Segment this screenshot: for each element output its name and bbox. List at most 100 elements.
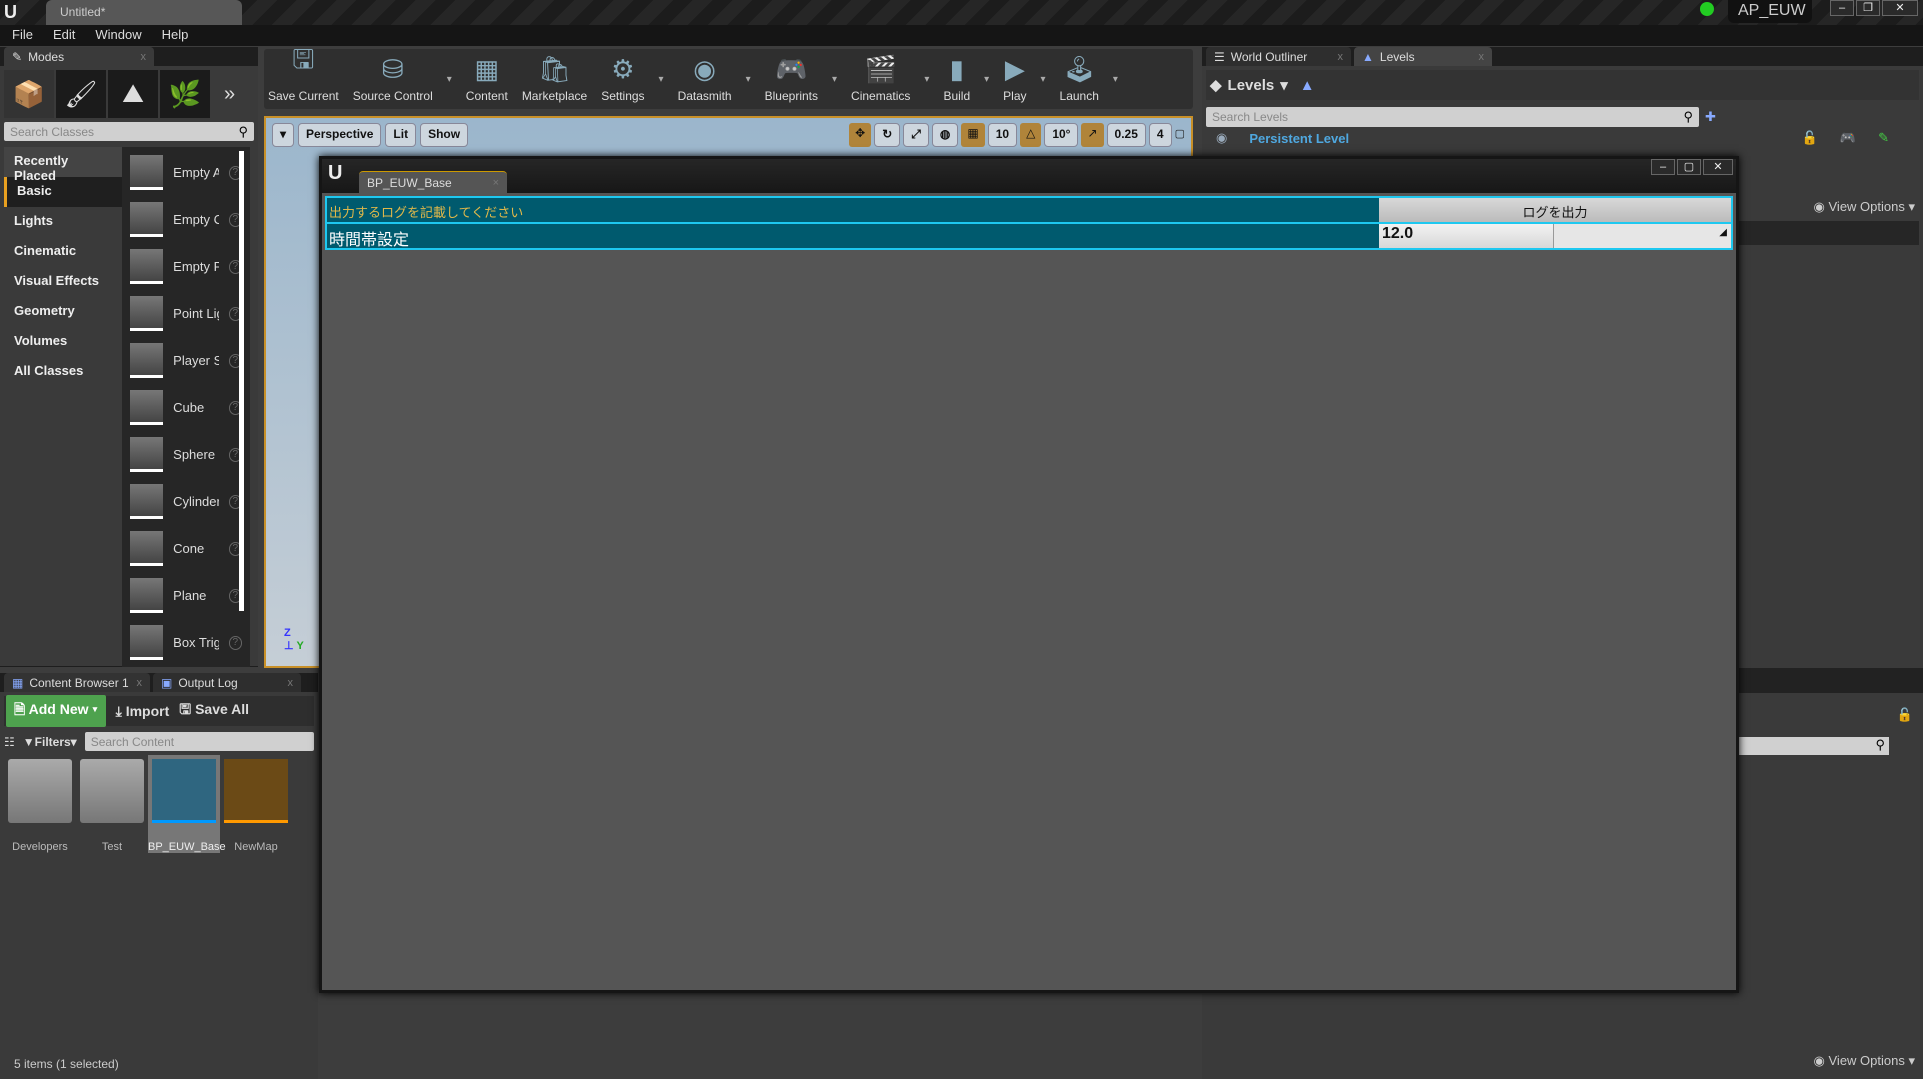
visibility-eye-icon[interactable]: ◉: [1216, 130, 1227, 146]
lit-button[interactable]: Lit: [385, 123, 417, 147]
view-options-bottom[interactable]: ◉ View Options ▾: [1814, 1053, 1915, 1069]
lock-icon[interactable]: 🔓: [1802, 130, 1818, 146]
dropdown-arrow-icon[interactable]: ▾: [1041, 74, 1046, 85]
document-tab[interactable]: Untitled*: [46, 0, 242, 25]
search-levels-input[interactable]: Search Levels ⚲: [1206, 107, 1699, 127]
tab-levels[interactable]: ▲ Levels x: [1354, 47, 1492, 66]
minimize-button[interactable]: –: [1830, 0, 1854, 16]
landscape-mode-button[interactable]: ⛰: [108, 70, 158, 118]
close-icon[interactable]: x: [137, 677, 143, 689]
close-button[interactable]: ✕: [1882, 0, 1918, 16]
toolbar-marketplace-button[interactable]: 🛍 Marketplace: [522, 49, 587, 107]
output-log-button[interactable]: ログを出力: [1379, 198, 1731, 222]
grid-snap-icon[interactable]: ▦: [961, 123, 985, 147]
close-icon[interactable]: x: [1479, 51, 1485, 63]
asset-bp-euw-base[interactable]: BP_EUW_Base: [148, 755, 226, 853]
asset-newmap[interactable]: NewMap: [220, 755, 292, 853]
category-geometry[interactable]: Geometry: [4, 297, 122, 327]
add-new-button[interactable]: 🗎 Add New ▾: [6, 695, 106, 727]
persistent-level[interactable]: Persistent Level: [1249, 131, 1349, 146]
grid-size[interactable]: 10: [987, 123, 1018, 147]
class-item[interactable]: Box Trigger?: [130, 619, 242, 666]
scale-size[interactable]: 0.25: [1106, 123, 1146, 147]
maximize-button[interactable]: ▢: [1677, 159, 1701, 175]
class-item[interactable]: Empty Pawn?: [130, 243, 242, 290]
toolbar-datasmith-button[interactable]: ◉ Datasmith: [678, 49, 732, 107]
tab-bp-euw-base[interactable]: BP_EUW_Base ×: [359, 171, 507, 193]
close-icon[interactable]: x: [288, 677, 294, 689]
time-value-slider[interactable]: 12.0 ◢: [1379, 224, 1731, 248]
viewport-options-button[interactable]: ▾: [272, 123, 295, 147]
help-icon[interactable]: ?: [228, 635, 242, 650]
add-level-icon[interactable]: ✚: [1705, 109, 1716, 125]
dropdown-arrow-icon[interactable]: ▾: [659, 74, 664, 85]
toolbar-settings-button[interactable]: ⚙ Settings: [601, 49, 644, 107]
asset-test[interactable]: Test: [76, 755, 148, 853]
paint-mode-button[interactable]: 🖌: [56, 70, 106, 118]
menu-file[interactable]: File: [12, 27, 33, 44]
close-icon[interactable]: x: [141, 51, 147, 63]
close-icon[interactable]: x: [1338, 51, 1344, 63]
class-item[interactable]: Empty Character?: [130, 196, 242, 243]
toolbar-play-button[interactable]: ▶ Play: [1003, 49, 1026, 107]
dropdown-arrow-icon[interactable]: ▾: [1113, 74, 1118, 85]
world-icon[interactable]: ◍: [931, 123, 959, 147]
angle-size[interactable]: 10°: [1044, 123, 1079, 147]
lock-icon[interactable]: 🔓: [1897, 707, 1913, 723]
toolbar-save-current-button[interactable]: 🖫 Save Current: [268, 44, 339, 107]
maximize-viewport-icon[interactable]: ▢: [1175, 123, 1185, 147]
close-icon[interactable]: ×: [493, 177, 499, 189]
dropdown-arrow-icon[interactable]: ▾: [984, 74, 989, 85]
restore-button[interactable]: ❐: [1856, 0, 1880, 16]
search-content-input[interactable]: Search Content: [84, 732, 314, 751]
level-details-icon[interactable]: ▲: [1300, 77, 1315, 94]
category-recently-placed[interactable]: Recently Placed: [4, 147, 122, 183]
toolbar-blueprints-button[interactable]: 🎮 Blueprints: [765, 49, 818, 107]
camera-speed[interactable]: 4: [1148, 123, 1172, 147]
search-icon[interactable]: ⚲: [1729, 737, 1889, 755]
import-button[interactable]: ⤓ Import: [116, 703, 170, 720]
toolbar-content-button[interactable]: ▦ Content: [466, 49, 508, 107]
sources-panel-icon[interactable]: ☷: [4, 735, 15, 749]
log-text-input[interactable]: 出力するログを記載してください: [327, 198, 1379, 222]
class-item[interactable]: Cylinder?: [130, 478, 242, 525]
more-modes-icon[interactable]: »: [224, 83, 235, 106]
menu-help[interactable]: Help: [162, 27, 189, 44]
levels-dropdown[interactable]: Levels: [1228, 77, 1275, 94]
show-button[interactable]: Show: [420, 123, 469, 147]
toolbar-launch-button[interactable]: 🕹 Launch: [1060, 49, 1099, 107]
color-pencil-icon[interactable]: ✎: [1878, 130, 1889, 146]
menu-window[interactable]: Window: [95, 27, 141, 44]
filters-button[interactable]: ▼Filters▾: [23, 735, 77, 749]
tab-world-outliner[interactable]: ☰ World Outliner x: [1206, 47, 1351, 66]
dropdown-arrow-icon[interactable]: ▾: [924, 74, 929, 85]
dropdown-arrow-icon[interactable]: ▾: [447, 74, 452, 85]
class-item[interactable]: Player Start?: [130, 337, 242, 384]
category-cinematic[interactable]: Cinematic: [4, 237, 122, 267]
tab-modes[interactable]: ✎ Modes x: [4, 47, 154, 66]
gamepad-icon[interactable]: 🎮: [1840, 130, 1856, 146]
tab-output-log[interactable]: ▣ Output Log x: [153, 673, 301, 692]
close-button[interactable]: ✕: [1703, 159, 1733, 175]
rotate-icon[interactable]: ↻: [874, 123, 901, 147]
class-item[interactable]: Cube?: [130, 384, 242, 431]
class-item[interactable]: Empty Actor?: [130, 149, 242, 196]
class-item[interactable]: Cone?: [130, 525, 242, 572]
category-lights[interactable]: Lights: [4, 207, 122, 237]
minimize-button[interactable]: –: [1651, 159, 1675, 175]
class-item[interactable]: Point Light?: [130, 290, 242, 337]
place-mode-button[interactable]: 📦: [4, 70, 54, 118]
toolbar-build-button[interactable]: ▮ Build: [943, 49, 970, 107]
asset-developers[interactable]: Developers: [4, 755, 76, 853]
category-all-classes[interactable]: All Classes: [4, 357, 122, 387]
tab-content-browser[interactable]: ▦ Content Browser 1x: [4, 673, 150, 692]
category-visual-effects[interactable]: Visual Effects: [4, 267, 122, 297]
toolbar-source-control-button[interactable]: ⛁ Source Control: [353, 49, 433, 107]
perspective-button[interactable]: Perspective: [298, 123, 382, 147]
translate-icon[interactable]: ✥: [849, 123, 872, 147]
save-all-button[interactable]: 🖫 Save All: [179, 699, 249, 723]
scale-snap-icon[interactable]: ↗: [1081, 123, 1104, 147]
toolbar-cinematics-button[interactable]: 🎬 Cinematics: [851, 49, 910, 107]
dropdown-arrow-icon[interactable]: ▾: [832, 74, 837, 85]
foliage-mode-button[interactable]: 🌿: [160, 70, 210, 118]
